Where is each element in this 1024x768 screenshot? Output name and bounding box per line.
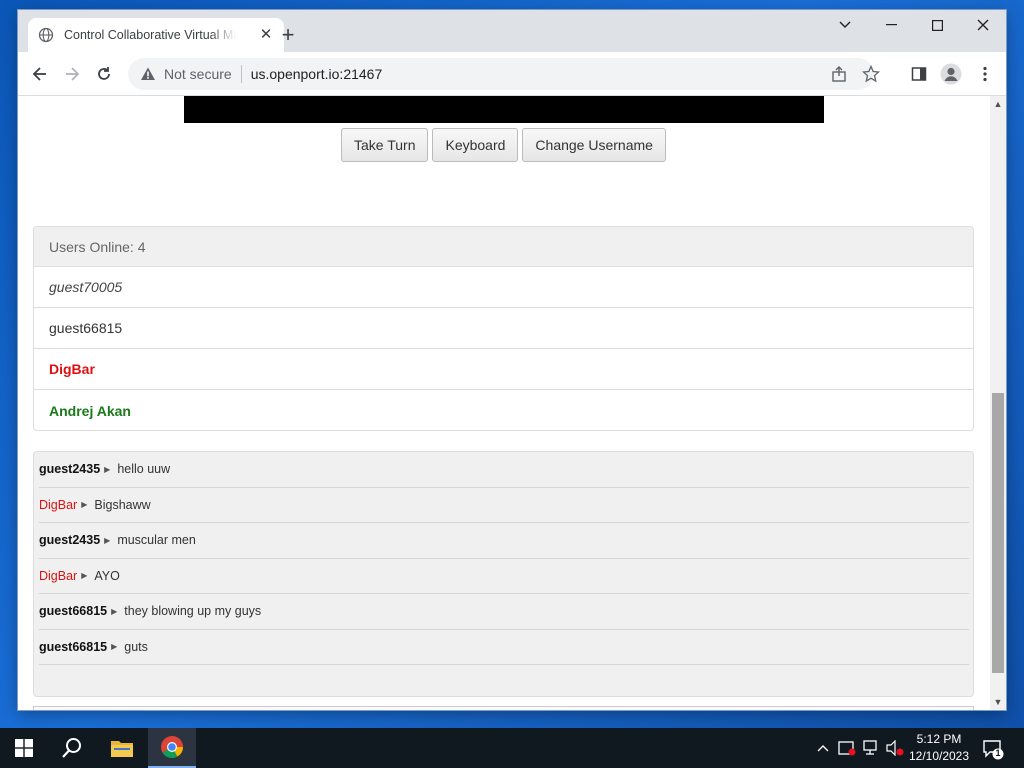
browser-toolbar: Not secure us.openport.io:21467 bbox=[18, 52, 1006, 96]
arrow-right-icon: ▶ bbox=[111, 606, 118, 616]
chat-text: hello uuw bbox=[117, 462, 171, 477]
user-list-item[interactable]: guest70005 bbox=[34, 267, 973, 308]
browser-tab-active[interactable]: Control Collaborative Virtual Machine ✕ bbox=[28, 18, 284, 52]
chat-username: guest2435 bbox=[39, 533, 101, 548]
reload-button[interactable] bbox=[90, 60, 118, 88]
keyboard-button[interactable]: Keyboard bbox=[432, 128, 519, 162]
folder-icon bbox=[111, 741, 133, 757]
clock-date: 12/10/2023 bbox=[908, 749, 970, 763]
url-text: us.openport.io:21467 bbox=[250, 66, 383, 82]
tab-title: Control Collaborative Virtual Machine bbox=[64, 28, 236, 42]
notification-count: 1 bbox=[995, 748, 1001, 758]
chat-username: guest66815 bbox=[39, 639, 108, 654]
chat-username: DigBar bbox=[39, 568, 78, 583]
chat-text: Bigshaww bbox=[94, 497, 151, 512]
start-button[interactable] bbox=[0, 728, 48, 768]
arrow-right-icon: ▶ bbox=[104, 464, 111, 474]
globe-icon bbox=[38, 27, 54, 43]
close-window-button[interactable] bbox=[960, 10, 1006, 40]
chat-message: DigBar ▶ Bigshaww bbox=[39, 488, 969, 523]
chat-log: guest2435 ▶ hello uuw DigBar ▶ Bigshaww … bbox=[33, 451, 974, 697]
take-turn-button[interactable]: Take Turn bbox=[341, 128, 429, 162]
minimize-button[interactable] bbox=[868, 10, 914, 40]
side-panel-icon[interactable] bbox=[906, 61, 932, 87]
arrow-right-icon: ▶ bbox=[104, 535, 111, 545]
chat-username: DigBar bbox=[39, 497, 78, 512]
forward-button[interactable] bbox=[58, 60, 86, 88]
bookmark-star-icon[interactable] bbox=[862, 65, 880, 83]
chrome-icon bbox=[161, 736, 183, 758]
chat-text: they blowing up my guys bbox=[124, 604, 262, 619]
share-icon[interactable] bbox=[830, 65, 848, 83]
user-list-item[interactable]: Andrej Akan bbox=[34, 390, 973, 430]
clock-time: 5:12 PM bbox=[916, 732, 962, 746]
chat-message: guest66815 ▶ guts bbox=[39, 630, 969, 665]
scrollbar-thumb[interactable] bbox=[992, 393, 1004, 673]
chat-input-bar[interactable] bbox=[33, 706, 974, 710]
windows-logo-icon bbox=[15, 739, 33, 757]
username: guest70005 bbox=[49, 279, 123, 295]
profile-avatar-icon[interactable] bbox=[938, 61, 964, 87]
taskbar: 5:12 PM 12/10/2023 1 bbox=[0, 728, 1024, 768]
more-menu-icon[interactable] bbox=[972, 61, 998, 87]
search-button[interactable] bbox=[48, 728, 96, 768]
tab-strip: Control Collaborative Virtual Machine ✕ … bbox=[18, 10, 1006, 52]
tab-search-icon[interactable] bbox=[822, 10, 868, 40]
chat-message: DigBar ▶ AYO bbox=[39, 559, 969, 594]
chevron-up-icon[interactable] bbox=[814, 739, 832, 757]
username: DigBar bbox=[49, 361, 95, 377]
browser-window: Control Collaborative Virtual Machine ✕ … bbox=[18, 10, 1006, 710]
address-bar[interactable]: Not secure us.openport.io:21467 bbox=[128, 58, 880, 90]
search-icon bbox=[62, 738, 81, 758]
close-tab-icon[interactable]: ✕ bbox=[258, 27, 274, 43]
chat-message: guest66815 ▶ they blowing up my guys bbox=[39, 594, 969, 630]
chat-text: guts bbox=[124, 639, 148, 654]
network-icon[interactable] bbox=[862, 739, 880, 757]
scroll-up-icon[interactable]: ▲ bbox=[990, 96, 1006, 112]
file-explorer-button[interactable] bbox=[98, 728, 146, 768]
volume-muted-icon[interactable] bbox=[886, 739, 904, 757]
vm-display[interactable] bbox=[184, 96, 824, 123]
user-list-item[interactable]: DigBar bbox=[34, 349, 973, 390]
username: Andrej Akan bbox=[49, 402, 131, 419]
chat-username: guest2435 bbox=[39, 462, 101, 477]
page-viewport: Take Turn Keyboard Change Username Users… bbox=[18, 96, 990, 710]
arrow-right-icon: ▶ bbox=[81, 500, 88, 510]
user-list-item[interactable]: guest66815 bbox=[34, 308, 973, 349]
page-scrollbar[interactable]: ▲ ▼ bbox=[990, 96, 1006, 710]
omnibox-separator bbox=[240, 65, 242, 83]
username: guest66815 bbox=[49, 320, 123, 336]
vm-controls: Take Turn Keyboard Change Username bbox=[341, 128, 666, 162]
chat-username: guest66815 bbox=[39, 604, 108, 619]
chat-text: AYO bbox=[94, 568, 120, 583]
users-online-header: Users Online: 4 bbox=[34, 227, 973, 267]
chat-message: guest2435 ▶ hello uuw bbox=[39, 452, 969, 488]
system-clock[interactable]: 5:12 PM 12/10/2023 bbox=[904, 731, 974, 765]
users-online-panel: Users Online: 4 guest70005 guest66815 Di… bbox=[33, 226, 974, 431]
arrow-right-icon: ▶ bbox=[81, 571, 88, 581]
arrow-right-icon: ▶ bbox=[111, 642, 118, 652]
warning-icon bbox=[141, 67, 155, 80]
change-username-button[interactable]: Change Username bbox=[522, 128, 666, 162]
chat-text: muscular men bbox=[117, 533, 196, 548]
scroll-down-icon[interactable]: ▼ bbox=[990, 694, 1006, 710]
security-alert-icon[interactable] bbox=[838, 739, 856, 757]
not-secure-label: Not secure bbox=[164, 66, 232, 82]
maximize-button[interactable] bbox=[914, 10, 960, 40]
chrome-taskbar-button[interactable] bbox=[148, 728, 196, 768]
chat-message: guest2435 ▶ muscular men bbox=[39, 523, 969, 559]
notification-center-button[interactable]: 1 bbox=[982, 738, 1004, 760]
back-button[interactable] bbox=[26, 60, 54, 88]
new-tab-button[interactable]: + bbox=[276, 24, 300, 48]
